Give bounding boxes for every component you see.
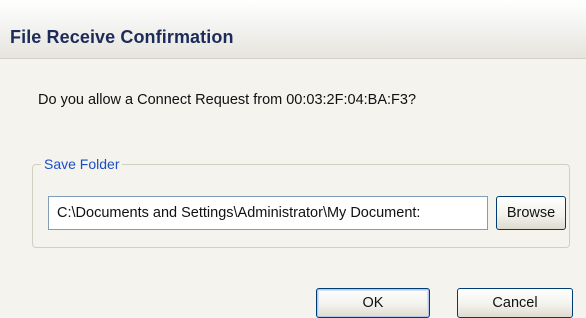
save-folder-path-input[interactable]: [48, 196, 488, 230]
connect-request-question: Do you allow a Connect Request from 00:0…: [38, 92, 417, 108]
ok-button[interactable]: OK: [316, 288, 430, 318]
dialog-title: File Receive Confirmation: [10, 27, 234, 47]
file-receive-dialog: File Receive Confirmation Do you allow a…: [0, 0, 586, 318]
title-bar[interactable]: File Receive Confirmation: [0, 0, 586, 59]
save-folder-legend: Save Folder: [44, 156, 120, 172]
cancel-button[interactable]: Cancel: [457, 288, 573, 318]
browse-button[interactable]: Browse: [496, 196, 566, 230]
